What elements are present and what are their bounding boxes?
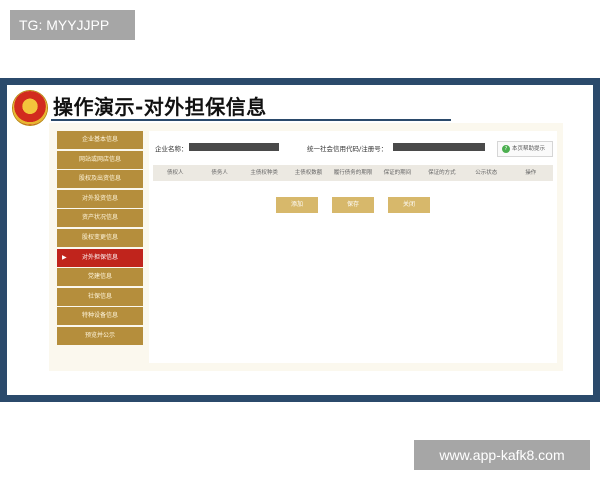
sidebar-item-equity-capital[interactable]: 股权及出资信息 (57, 170, 143, 189)
save-button[interactable]: 保存 (332, 197, 374, 213)
sidebar-item-label: 社保信息 (87, 292, 112, 300)
column-header: 主债权种类 (250, 170, 278, 176)
column-header: 操作 (525, 170, 537, 176)
sidebar: 企业基本信息 网站或网店信息 股权及出资信息 对外投资信息 资产状况信息 股权变… (57, 131, 143, 347)
title-underline (51, 119, 451, 121)
credit-code-redacted (393, 143, 485, 151)
column-header: 债务人 (211, 170, 228, 176)
column-header: 保证的方式 (428, 170, 456, 176)
triangle-right-icon: ▶ (62, 253, 67, 261)
help-button[interactable]: ? 本页帮助提示 (497, 141, 553, 157)
column-header: 主债权数额 (294, 170, 323, 176)
sidebar-item-social-security[interactable]: 社保信息 (57, 287, 143, 306)
sidebar-item-label: 网站或网店信息 (78, 155, 121, 163)
slide: 操作演示-对外担保信息 企业基本信息 网站或网店信息 股权及出资信息 对外投资信… (7, 85, 593, 395)
sidebar-item-preview-publish[interactable]: 预览并公示 (57, 326, 143, 345)
sidebar-item-assets[interactable]: 资产状况信息 (57, 209, 143, 228)
sidebar-item-investment[interactable]: 对外投资信息 (57, 189, 143, 208)
column-header: 履行债务的期限 (333, 170, 373, 176)
column-header: 保证的期间 (383, 170, 412, 176)
sidebar-item-label: 预览并公示 (84, 331, 115, 339)
company-name-label: 企业名称： (155, 145, 188, 153)
sidebar-item-special-equipment[interactable]: 特种设备信息 (57, 307, 143, 326)
column-header: 债权人 (166, 170, 184, 176)
sidebar-item-label: 股权变更信息 (81, 233, 118, 241)
table-header-row: 债权人 债务人 主债权种类 主债权数额 履行债务的期限 保证的期间 保证的方式 … (153, 165, 553, 181)
help-icon: ? (502, 145, 510, 153)
sidebar-item-label: 特种设备信息 (81, 312, 118, 320)
slide-title: 操作演示-对外担保信息 (53, 95, 267, 119)
sidebar-item-label: 企业基本信息 (81, 136, 118, 143)
sidebar-item-label: 对外担保信息 (81, 253, 118, 261)
close-button[interactable]: 关闭 (388, 197, 430, 213)
sidebar-item-label: 资产状况信息 (81, 214, 118, 222)
main-panel: 企业名称： 统一社会信用代码/注册号： ? 本页帮助提示 债权人 债务人 主债权… (149, 131, 557, 363)
app-screenshot: 企业基本信息 网站或网店信息 股权及出资信息 对外投资信息 资产状况信息 股权变… (49, 123, 563, 371)
sidebar-item-website[interactable]: 网站或网店信息 (57, 150, 143, 169)
sidebar-item-label: 对外投资信息 (81, 194, 118, 202)
watermark-top: TG: MYYJJPP (10, 10, 135, 40)
credit-code-label: 统一社会信用代码/注册号： (307, 145, 388, 153)
national-emblem-icon (13, 91, 47, 125)
sidebar-item-basic-info[interactable]: 企业基本信息 (57, 131, 143, 149)
sidebar-item-party[interactable]: 党建信息 (57, 268, 143, 287)
add-button[interactable]: 添加 (276, 197, 318, 213)
company-name-redacted (189, 143, 279, 151)
sidebar-item-label: 党建信息 (87, 273, 112, 281)
help-button-label: 本页帮助提示 (512, 146, 546, 152)
watermark-bottom: www.app-kafk8.com (414, 440, 590, 470)
action-buttons: 添加 保存 关闭 (149, 197, 557, 213)
column-header: 公示状态 (475, 170, 498, 176)
sidebar-item-guarantee[interactable]: ▶ 对外担保信息 (57, 248, 143, 267)
sidebar-item-label: 股权及出资信息 (78, 175, 121, 183)
slide-frame: 操作演示-对外担保信息 企业基本信息 网站或网店信息 股权及出资信息 对外投资信… (0, 78, 600, 402)
sidebar-item-equity-change[interactable]: 股权变更信息 (57, 228, 143, 247)
